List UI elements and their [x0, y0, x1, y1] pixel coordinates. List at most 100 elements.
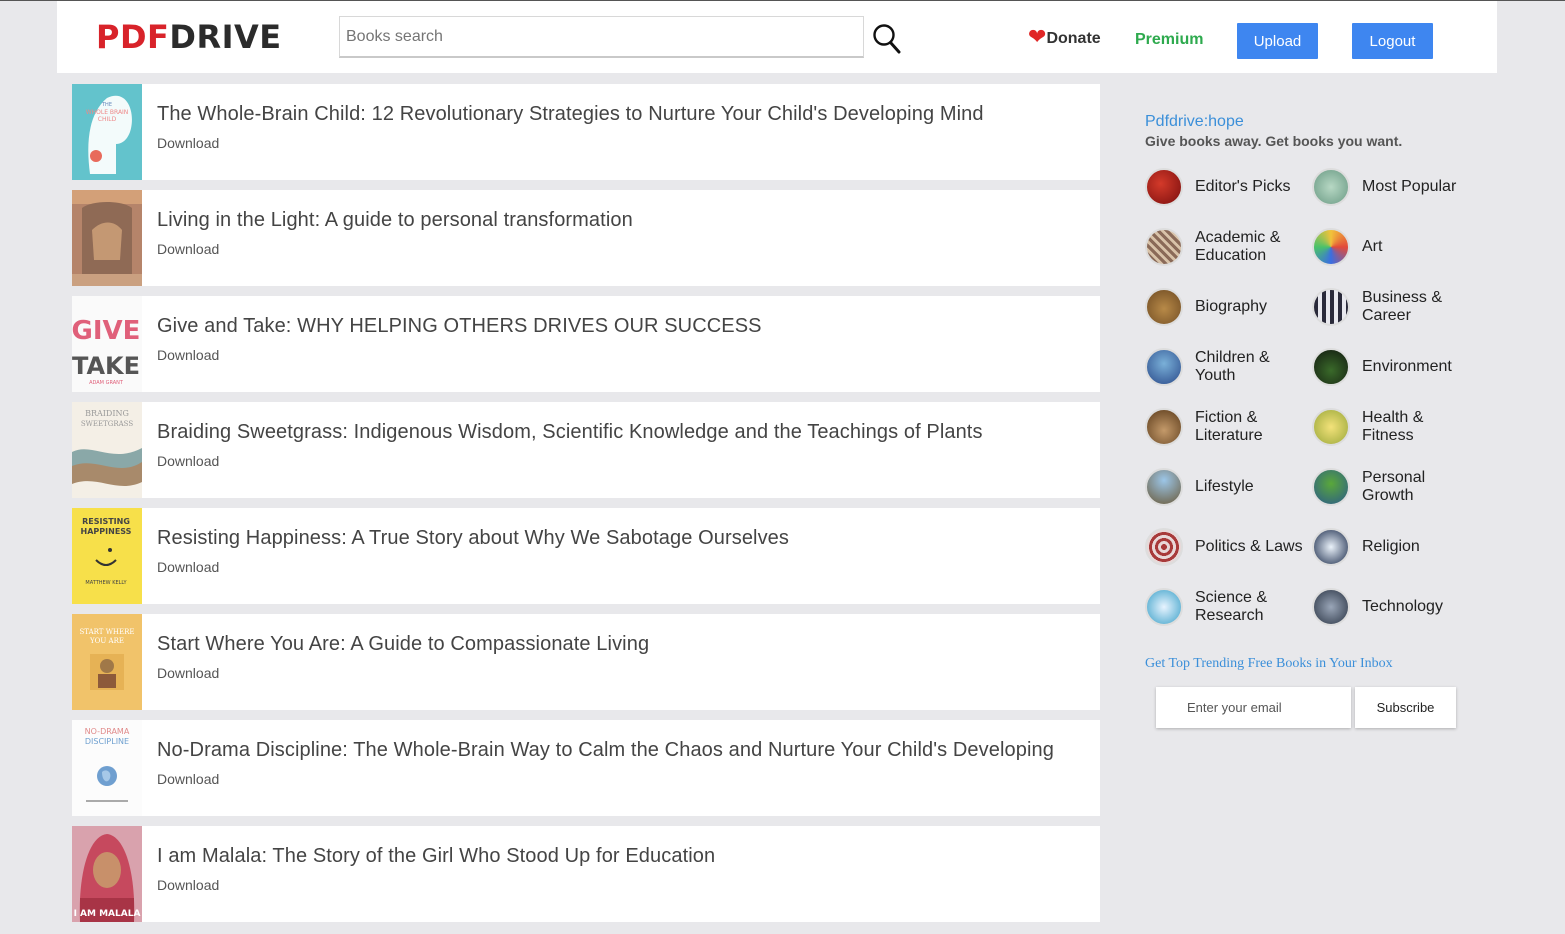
category-label: Politics & Laws: [1195, 538, 1303, 555]
category-item[interactable]: Lifestyle: [1145, 468, 1310, 506]
book-row: RESISTING HAPPINESS MATTHEW KELLY Resist…: [72, 508, 1100, 604]
personal-growth-icon: [1312, 468, 1350, 506]
email-field-wrapper: [1156, 687, 1351, 728]
category-item[interactable]: Politics & Laws: [1145, 528, 1310, 566]
logo-drive: DRIVE: [169, 18, 282, 56]
category-item[interactable]: Most Popular: [1312, 168, 1477, 206]
category-item[interactable]: Academic & Education: [1145, 228, 1310, 266]
book-title[interactable]: Resisting Happiness: A True Story about …: [157, 527, 789, 550]
download-link[interactable]: Download: [157, 665, 219, 681]
book-row: GIVE TAKE ADAM GRANT Give and Take: WHY …: [72, 296, 1100, 392]
logo-pdf: PDF: [96, 18, 170, 56]
svg-text:YOU ARE: YOU ARE: [89, 637, 124, 645]
svg-text:ADAM GRANT: ADAM GRANT: [89, 380, 124, 386]
book-cover[interactable]: THE WHOLE BRAIN CHILD: [72, 84, 142, 180]
svg-text:GIVE: GIVE: [72, 316, 140, 346]
svg-text:NO-DRAMA: NO-DRAMA: [85, 727, 130, 736]
most-popular-icon: [1312, 168, 1350, 206]
logout-button[interactable]: Logout: [1352, 23, 1433, 59]
svg-text:SWEETGRASS: SWEETGRASS: [81, 420, 133, 428]
svg-text:CHILD: CHILD: [98, 116, 117, 123]
book-row: NO-DRAMA DISCIPLINE No-Drama Discipline:…: [72, 720, 1100, 816]
category-item[interactable]: Art: [1312, 228, 1477, 266]
pdfdrive-logo[interactable]: PDFDRIVE: [96, 19, 282, 55]
book-title[interactable]: No-Drama Discipline: The Whole-Brain Way…: [157, 739, 1054, 762]
category-label: Health & Fitness: [1362, 409, 1424, 444]
donate-label: Donate: [1046, 30, 1101, 47]
download-link[interactable]: Download: [157, 241, 219, 257]
category-item[interactable]: Editor's Picks: [1145, 168, 1310, 206]
svg-text:TAKE: TAKE: [72, 352, 140, 380]
book-row: BRAIDING SWEETGRASS Braiding Sweetgrass:…: [72, 402, 1100, 498]
category-item[interactable]: Business & Career: [1312, 288, 1477, 326]
donate-link[interactable]: ❤Donate: [1028, 26, 1101, 50]
book-title[interactable]: Start Where You Are: A Guide to Compassi…: [157, 633, 649, 656]
book-title[interactable]: Living in the Light: A guide to personal…: [157, 209, 633, 232]
svg-text:DISCIPLINE: DISCIPLINE: [85, 737, 129, 746]
politics-icon: [1145, 528, 1183, 566]
download-link[interactable]: Download: [157, 347, 219, 363]
book-cover[interactable]: [72, 190, 142, 286]
pdfdrive-hope-link[interactable]: Pdfdrive:hope: [1145, 113, 1402, 131]
hope-subtitle: Give books away. Get books you want.: [1145, 133, 1403, 149]
category-label: Academic & Education: [1195, 229, 1281, 264]
category-item[interactable]: Children & Youth: [1145, 348, 1310, 386]
svg-text:WHOLE BRAIN: WHOLE BRAIN: [86, 109, 129, 116]
category-label: Fiction & Literature: [1195, 409, 1263, 444]
search-input[interactable]: [340, 17, 863, 56]
book-cover[interactable]: I AM MALALA: [72, 826, 142, 922]
download-link[interactable]: Download: [157, 559, 219, 575]
category-item[interactable]: Fiction & Literature: [1145, 408, 1310, 446]
health-icon: [1312, 408, 1350, 446]
business-icon: [1312, 288, 1350, 326]
biography-icon: [1145, 288, 1183, 326]
download-link[interactable]: Download: [157, 877, 219, 893]
svg-text:I AM MALALA: I AM MALALA: [74, 909, 141, 919]
email-field[interactable]: [1156, 687, 1351, 728]
religion-icon: [1312, 528, 1350, 566]
category-item[interactable]: Technology: [1312, 588, 1477, 626]
svg-text:HAPPINESS: HAPPINESS: [81, 527, 132, 536]
book-cover[interactable]: START WHERE YOU ARE: [72, 614, 142, 710]
science-icon: [1145, 588, 1183, 626]
category-label: Technology: [1362, 598, 1443, 615]
children-icon: [1145, 348, 1183, 386]
download-link[interactable]: Download: [157, 135, 219, 151]
book-cover[interactable]: RESISTING HAPPINESS MATTHEW KELLY: [72, 508, 142, 604]
book-row: I AM MALALA I am Malala: The Story of th…: [72, 826, 1100, 922]
svg-text:START WHERE: START WHERE: [80, 628, 135, 636]
svg-text:THE: THE: [101, 102, 112, 108]
editors-picks-icon: [1145, 168, 1183, 206]
download-link[interactable]: Download: [157, 771, 219, 787]
premium-link[interactable]: Premium: [1135, 31, 1203, 49]
svg-text:MATTHEW KELLY: MATTHEW KELLY: [85, 580, 127, 586]
category-item[interactable]: Environment: [1312, 348, 1477, 386]
category-item[interactable]: Science & Research: [1145, 588, 1310, 626]
subscribe-button[interactable]: Subscribe: [1355, 687, 1456, 728]
category-item[interactable]: Biography: [1145, 288, 1310, 326]
book-title[interactable]: The Whole-Brain Child: 12 Revolutionary …: [157, 103, 984, 126]
category-label: Editor's Picks: [1195, 178, 1291, 195]
category-item[interactable]: Health & Fitness: [1312, 408, 1477, 446]
category-item[interactable]: Religion: [1312, 528, 1477, 566]
book-title[interactable]: I am Malala: The Story of the Girl Who S…: [157, 845, 715, 868]
book-row: THE WHOLE BRAIN CHILD The Whole-Brain Ch…: [72, 84, 1100, 180]
category-label: Personal Growth: [1362, 469, 1426, 504]
download-link[interactable]: Download: [157, 453, 219, 469]
category-label: Children & Youth: [1195, 349, 1270, 384]
search-icon[interactable]: [872, 22, 902, 56]
book-cover[interactable]: GIVE TAKE ADAM GRANT: [72, 296, 142, 392]
trending-newsletter-text: Get Top Trending Free Books in Your Inbo…: [1145, 656, 1393, 671]
upload-button[interactable]: Upload: [1237, 23, 1318, 59]
book-title[interactable]: Give and Take: WHY HELPING OTHERS DRIVES…: [157, 315, 762, 338]
category-label: Lifestyle: [1195, 478, 1254, 495]
lifestyle-icon: [1145, 468, 1183, 506]
book-row: Living in the Light: A guide to personal…: [72, 190, 1100, 286]
book-cover[interactable]: NO-DRAMA DISCIPLINE: [72, 720, 142, 816]
svg-text:BRAIDING: BRAIDING: [85, 409, 129, 418]
category-item[interactable]: Personal Growth: [1312, 468, 1477, 506]
book-cover[interactable]: BRAIDING SWEETGRASS: [72, 402, 142, 498]
book-row: START WHERE YOU ARE Start Where You Are:…: [72, 614, 1100, 710]
book-title[interactable]: Braiding Sweetgrass: Indigenous Wisdom, …: [157, 421, 983, 444]
academic-icon: [1145, 228, 1183, 266]
